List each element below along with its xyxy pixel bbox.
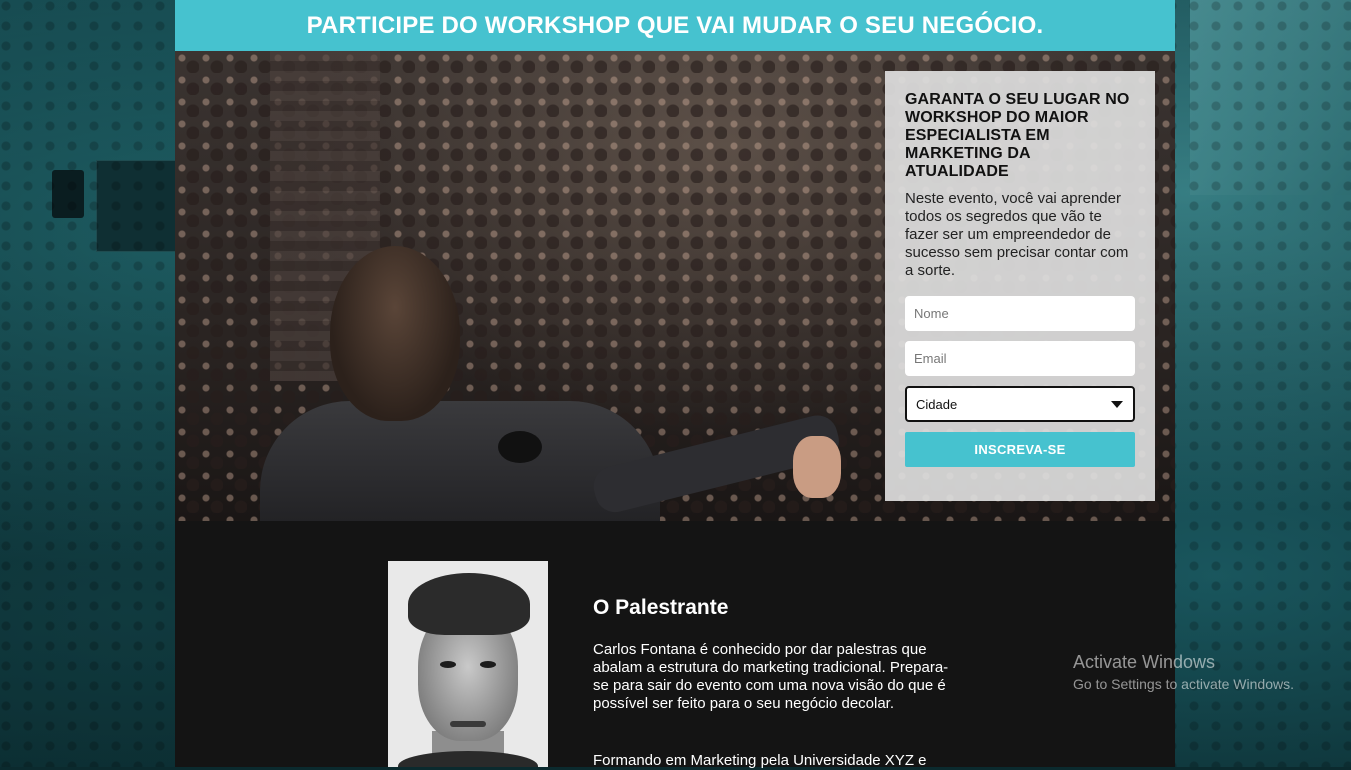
hero-speaker-hand — [793, 436, 841, 498]
speaker-photo — [388, 561, 548, 767]
email-input[interactable] — [905, 341, 1135, 376]
speaker-section: O Palestrante Carlos Fontana é conhecido… — [175, 521, 1175, 769]
windows-activation-watermark: Activate Windows Go to Settings to activ… — [1073, 652, 1294, 693]
background-loudspeaker — [52, 170, 84, 218]
hero-speaker-head — [330, 246, 460, 421]
photo-eye-left — [440, 661, 456, 668]
microphone-icon — [498, 431, 542, 463]
photo-hair — [408, 573, 530, 635]
speaker-heading: O Palestrante — [593, 596, 729, 619]
speaker-bio: Carlos Fontana é conhecido por dar pales… — [593, 641, 949, 712]
photo-mouth — [450, 721, 486, 727]
form-title: GARANTA O SEU LUGAR NO WORKSHOP DO MAIOR… — [905, 91, 1130, 180]
top-banner: PARTICIPE DO WORKSHOP QUE VAI MUDAR O SE… — [175, 0, 1175, 51]
city-select-value: Cidade — [916, 396, 958, 412]
photo-eye-right — [480, 661, 496, 668]
page-container: PARTICIPE DO WORKSHOP QUE VAI MUDAR O SE… — [175, 0, 1175, 769]
speaker-bio-continued: Formando em Marketing pela Universidade … — [593, 752, 927, 769]
banner-title: PARTICIPE DO WORKSHOP QUE VAI MUDAR O SE… — [306, 11, 1044, 39]
subscribe-button[interactable]: INSCREVA-SE — [905, 432, 1135, 467]
city-select[interactable]: Cidade — [905, 386, 1135, 422]
background-projection-screen — [1190, 0, 1351, 195]
dropdown-arrow-icon — [1111, 401, 1123, 408]
background-panel — [96, 160, 176, 252]
name-input[interactable] — [905, 296, 1135, 331]
photo-shirt — [398, 751, 538, 767]
form-description: Neste evento, você vai aprender todos os… — [905, 190, 1129, 279]
hero-section: GARANTA O SEU LUGAR NO WORKSHOP DO MAIOR… — [175, 51, 1175, 521]
signup-form: GARANTA O SEU LUGAR NO WORKSHOP DO MAIOR… — [885, 71, 1155, 501]
watermark-subtitle: Go to Settings to activate Windows. — [1073, 676, 1294, 692]
watermark-title: Activate Windows — [1073, 652, 1216, 672]
